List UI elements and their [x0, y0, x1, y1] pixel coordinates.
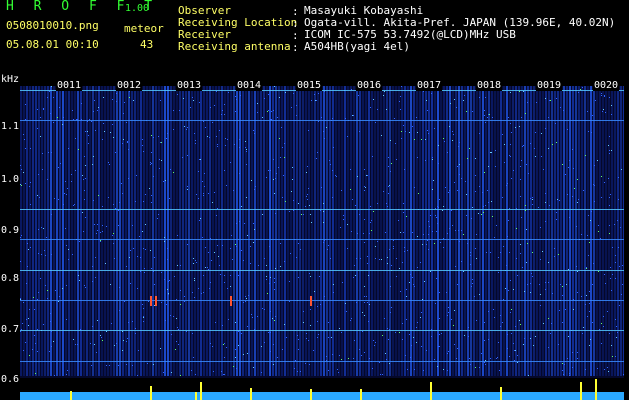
date-time: 05.08.01 00:10 [6, 38, 99, 51]
time-tick-0011: 0011 [56, 80, 83, 91]
time-tick-0014: 0014 [236, 80, 263, 91]
y-label-0-8: 0.8 [1, 273, 20, 284]
carrier-line [20, 361, 624, 362]
time-tick-0019: 0019 [536, 80, 563, 91]
time-tick-0016: 0016 [356, 80, 383, 91]
carrier-line [20, 120, 624, 121]
spectrogram-plot [20, 86, 624, 400]
app-version: 1.00 [125, 3, 150, 14]
y-label-1-0: 1.0 [1, 174, 20, 185]
y-label-0-7: 0.7 [1, 324, 20, 335]
time-tick-0013: 0013 [176, 80, 203, 91]
antenna-value: A504HB(yagi 4el) [304, 40, 410, 53]
carrier-line [20, 209, 624, 210]
carrier-line [20, 239, 624, 240]
file-name: 0508010010.png [6, 19, 99, 32]
meteor-echo [155, 296, 157, 306]
y-label-1-1: 1.1 [1, 121, 20, 132]
antenna-separator: : [292, 41, 299, 54]
time-tick-0012: 0012 [116, 80, 143, 91]
baseline-floor [20, 392, 624, 400]
meteor-echo [150, 296, 152, 306]
meteor-label: meteor [124, 22, 164, 35]
y-label-0-6: 0.6 [1, 374, 20, 385]
time-tick-0015: 0015 [296, 80, 323, 91]
y-label-0-9: 0.9 [1, 225, 20, 236]
time-tick-0018: 0018 [476, 80, 503, 91]
axis-unit-label: kHz [1, 74, 20, 85]
noise-streaks [20, 86, 624, 376]
carrier-line [20, 330, 624, 331]
meteor-echo [230, 296, 232, 306]
carrier-line [20, 270, 624, 271]
meteor-echo [310, 296, 312, 306]
antenna-label: Receiving antenna [178, 40, 291, 53]
carrier-line [20, 300, 624, 301]
time-tick-0017: 0017 [416, 80, 443, 91]
spectrogram-canvas [20, 86, 624, 400]
meteor-count: 43 [140, 38, 154, 51]
time-tick-0020: 0020 [593, 80, 620, 91]
